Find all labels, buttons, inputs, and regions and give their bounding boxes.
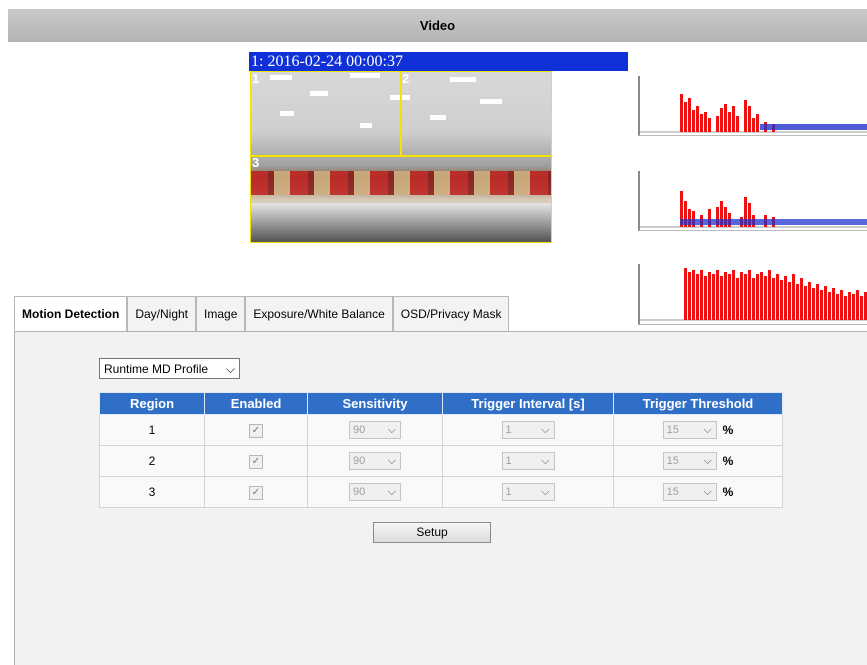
threshold-cell: 15 ⌵% (613, 476, 783, 508)
motion-graph-region-3 (638, 264, 867, 325)
motion-regions-table: Region Enabled Sensitivity Trigger Inter… (99, 392, 783, 508)
interval-cell: 1 ⌵ (442, 445, 614, 477)
motion-region-1[interactable]: 1 (250, 71, 402, 157)
sensitivity-value: 90 (353, 486, 366, 498)
region-label: 3 (252, 155, 260, 170)
graph-3-svg (640, 268, 867, 321)
chevron-down-icon: ⌵ (703, 486, 712, 498)
tab-day-night[interactable]: Day/Night (127, 296, 197, 331)
enabled-cell: ✓ (204, 445, 308, 477)
enabled-checkbox[interactable]: ✓ (249, 424, 263, 438)
sensitivity-value: 90 (353, 424, 366, 436)
tab-osd-privacy-mask[interactable]: OSD/Privacy Mask (392, 296, 510, 331)
settings-tabs: Motion Detection Day/Night Image Exposur… (14, 296, 510, 333)
graph-2-bars (680, 191, 867, 227)
column-header: Enabled (204, 392, 308, 415)
sensitivity-cell: 90 ⌵ (307, 445, 443, 477)
video-timestamp: 1: 2016-02-24 00:00:37 (249, 52, 628, 71)
graph-1-bars (680, 94, 867, 132)
threshold-select[interactable]: 15 ⌵ (662, 452, 717, 470)
chevron-down-icon: ⌵ (703, 455, 712, 467)
tab-motion-detection[interactable]: Motion Detection (14, 296, 128, 333)
table-row: 1 ✓ 90 ⌵ 1 ⌵ 15 ⌵% (99, 414, 783, 446)
threshold-cell: 15 ⌵% (613, 414, 783, 446)
interval-value: 1 (505, 455, 512, 467)
interval-select[interactable]: 1 ⌵ (501, 483, 555, 501)
sensitivity-cell: 90 ⌵ (307, 476, 443, 508)
threshold-cell: 15 ⌵% (613, 445, 783, 477)
check-icon: ✓ (251, 456, 261, 467)
sensitivity-select[interactable]: 90 ⌵ (349, 421, 401, 439)
tab-image[interactable]: Image (196, 296, 246, 331)
chevron-down-icon: ⌵ (541, 455, 550, 467)
enabled-cell: ✓ (204, 476, 308, 508)
interval-value: 1 (505, 486, 512, 498)
motion-graph-region-1 (638, 76, 867, 136)
interval-select[interactable]: 1 ⌵ (501, 452, 555, 470)
chevron-down-icon: ⌵ (225, 362, 235, 376)
threshold-unit: % (722, 423, 734, 437)
check-icon: ✓ (251, 425, 261, 436)
region-cell: 3 (99, 476, 205, 508)
threshold-select[interactable]: 15 ⌵ (662, 421, 717, 439)
motion-region-3[interactable]: 3 (250, 155, 552, 243)
interval-cell: 1 ⌵ (442, 476, 614, 508)
md-profile-value: Runtime MD Profile (104, 362, 209, 376)
sensitivity-value: 90 (353, 455, 366, 467)
sensitivity-select[interactable]: 90 ⌵ (349, 452, 401, 470)
enabled-checkbox[interactable]: ✓ (249, 486, 263, 500)
sensitivity-select[interactable]: 90 ⌵ (349, 483, 401, 501)
graph-3-bars (684, 268, 867, 320)
chevron-down-icon: ⌵ (541, 486, 550, 498)
chevron-down-icon: ⌵ (703, 424, 712, 436)
graph-1-svg (640, 94, 867, 133)
chevron-down-icon: ⌵ (541, 424, 550, 436)
chevron-down-icon: ⌵ (387, 486, 396, 498)
threshold-value: 15 (666, 455, 679, 467)
region-cell: 2 (99, 445, 205, 477)
region-cell: 1 (99, 414, 205, 446)
column-header: Region (99, 392, 205, 415)
chevron-down-icon: ⌵ (387, 455, 396, 467)
table-row: 2 ✓ 90 ⌵ 1 ⌵ 15 ⌵% (99, 445, 783, 477)
chevron-down-icon: ⌵ (387, 424, 396, 436)
threshold-value: 15 (666, 486, 679, 498)
interval-cell: 1 ⌵ (442, 414, 614, 446)
threshold-select[interactable]: 15 ⌵ (662, 483, 717, 501)
region-label: 1 (252, 71, 260, 86)
column-header: Trigger Interval [s] (442, 392, 614, 415)
motion-detection-panel: Runtime MD Profile ⌵ Region Enabled Sens… (14, 331, 867, 665)
threshold-unit: % (722, 485, 734, 499)
column-header: Trigger Threshold (613, 392, 783, 415)
table-header-row: Region Enabled Sensitivity Trigger Inter… (99, 392, 783, 415)
camera-image: 1 2 3 (250, 71, 552, 243)
table-row: 3 ✓ 90 ⌵ 1 ⌵ 15 ⌵% (99, 476, 783, 508)
motion-graph-region-2 (638, 171, 867, 231)
enabled-cell: ✓ (204, 414, 308, 446)
region-label: 2 (402, 71, 410, 86)
motion-region-2[interactable]: 2 (400, 71, 552, 157)
graph-2-svg (640, 191, 867, 228)
tab-exposure-white-balance[interactable]: Exposure/White Balance (245, 296, 393, 331)
enabled-checkbox[interactable]: ✓ (249, 455, 263, 469)
threshold-value: 15 (666, 424, 679, 436)
column-header: Sensitivity (307, 392, 443, 415)
video-preview: 1: 2016-02-24 00:00:37 1 2 3 (249, 52, 628, 286)
setup-button[interactable]: Setup (373, 522, 491, 543)
check-icon: ✓ (251, 487, 261, 498)
page-title: Video (8, 9, 867, 42)
threshold-unit: % (722, 454, 734, 468)
sensitivity-cell: 90 ⌵ (307, 414, 443, 446)
interval-select[interactable]: 1 ⌵ (501, 421, 555, 439)
interval-value: 1 (505, 424, 512, 436)
md-profile-select[interactable]: Runtime MD Profile ⌵ (99, 358, 240, 379)
